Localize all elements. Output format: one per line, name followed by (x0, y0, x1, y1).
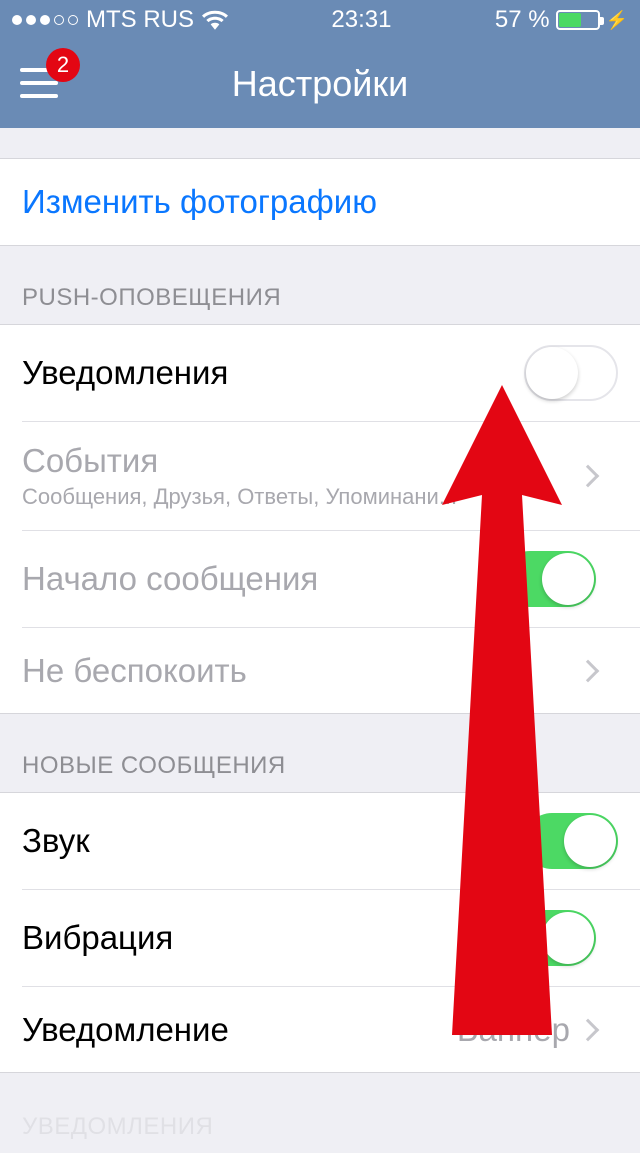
bottom-section-header: УВЕДОМЛЕНИЯ (0, 1073, 640, 1153)
chevron-icon (577, 659, 600, 682)
events-label: События (22, 442, 457, 480)
status-bar: MTS RUS 23:31 57 % ⚡ (0, 0, 640, 40)
charging-icon: ⚡ (606, 10, 628, 31)
chevron-icon (577, 1018, 600, 1041)
notification-style-label: Уведомление (22, 1011, 229, 1049)
dnd-row[interactable]: Не беспокоить (22, 627, 640, 713)
notifications-row[interactable]: Уведомления (0, 325, 640, 421)
notification-style-row[interactable]: Уведомление Баннер (22, 986, 640, 1072)
push-section: Уведомления События Сообщения, Друзья, О… (0, 324, 640, 714)
events-row[interactable]: События Сообщения, Друзья, Ответы, Упоми… (22, 421, 640, 530)
status-right: 57 % ⚡ (495, 6, 628, 34)
page-title: Настройки (232, 63, 409, 105)
new-msgs-section-header: НОВЫЕ СООБЩЕНИЯ (0, 714, 640, 792)
wifi-icon (202, 10, 228, 30)
dnd-label: Не беспокоить (22, 652, 247, 690)
status-left: MTS RUS (12, 6, 228, 34)
notification-style-value: Баннер (457, 1011, 570, 1049)
message-preview-row[interactable]: Начало сообщения (22, 530, 640, 627)
menu-badge: 2 (46, 48, 80, 82)
push-section-header: PUSH-ОПОВЕЩЕНИЯ (0, 246, 640, 324)
message-preview-label: Начало сообщения (22, 560, 318, 598)
new-msgs-section: Звук Вибрация Уведомление Баннер (0, 792, 640, 1073)
change-photo-section: Изменить фотографию (0, 158, 640, 246)
nav-bar: 2 Настройки (0, 40, 640, 128)
sound-label: Звук (22, 822, 90, 860)
notifications-label: Уведомления (22, 354, 228, 392)
vibration-label: Вибрация (22, 919, 173, 957)
vibration-toggle[interactable] (502, 910, 596, 966)
battery-pct-label: 57 % (495, 6, 550, 34)
change-photo-link[interactable]: Изменить фотографию (0, 159, 640, 245)
sound-row[interactable]: Звук (0, 793, 640, 889)
signal-icon (12, 15, 78, 25)
time-label: 23:31 (331, 6, 391, 34)
events-sublabel: Сообщения, Друзья, Ответы, Упоминани... (22, 484, 457, 510)
chevron-icon (577, 465, 600, 488)
sound-toggle[interactable] (524, 813, 618, 869)
battery-icon (556, 10, 600, 30)
notifications-toggle[interactable] (524, 345, 618, 401)
vibration-row[interactable]: Вибрация (22, 889, 640, 986)
carrier-label: MTS RUS (86, 6, 194, 34)
message-preview-toggle[interactable] (502, 551, 596, 607)
